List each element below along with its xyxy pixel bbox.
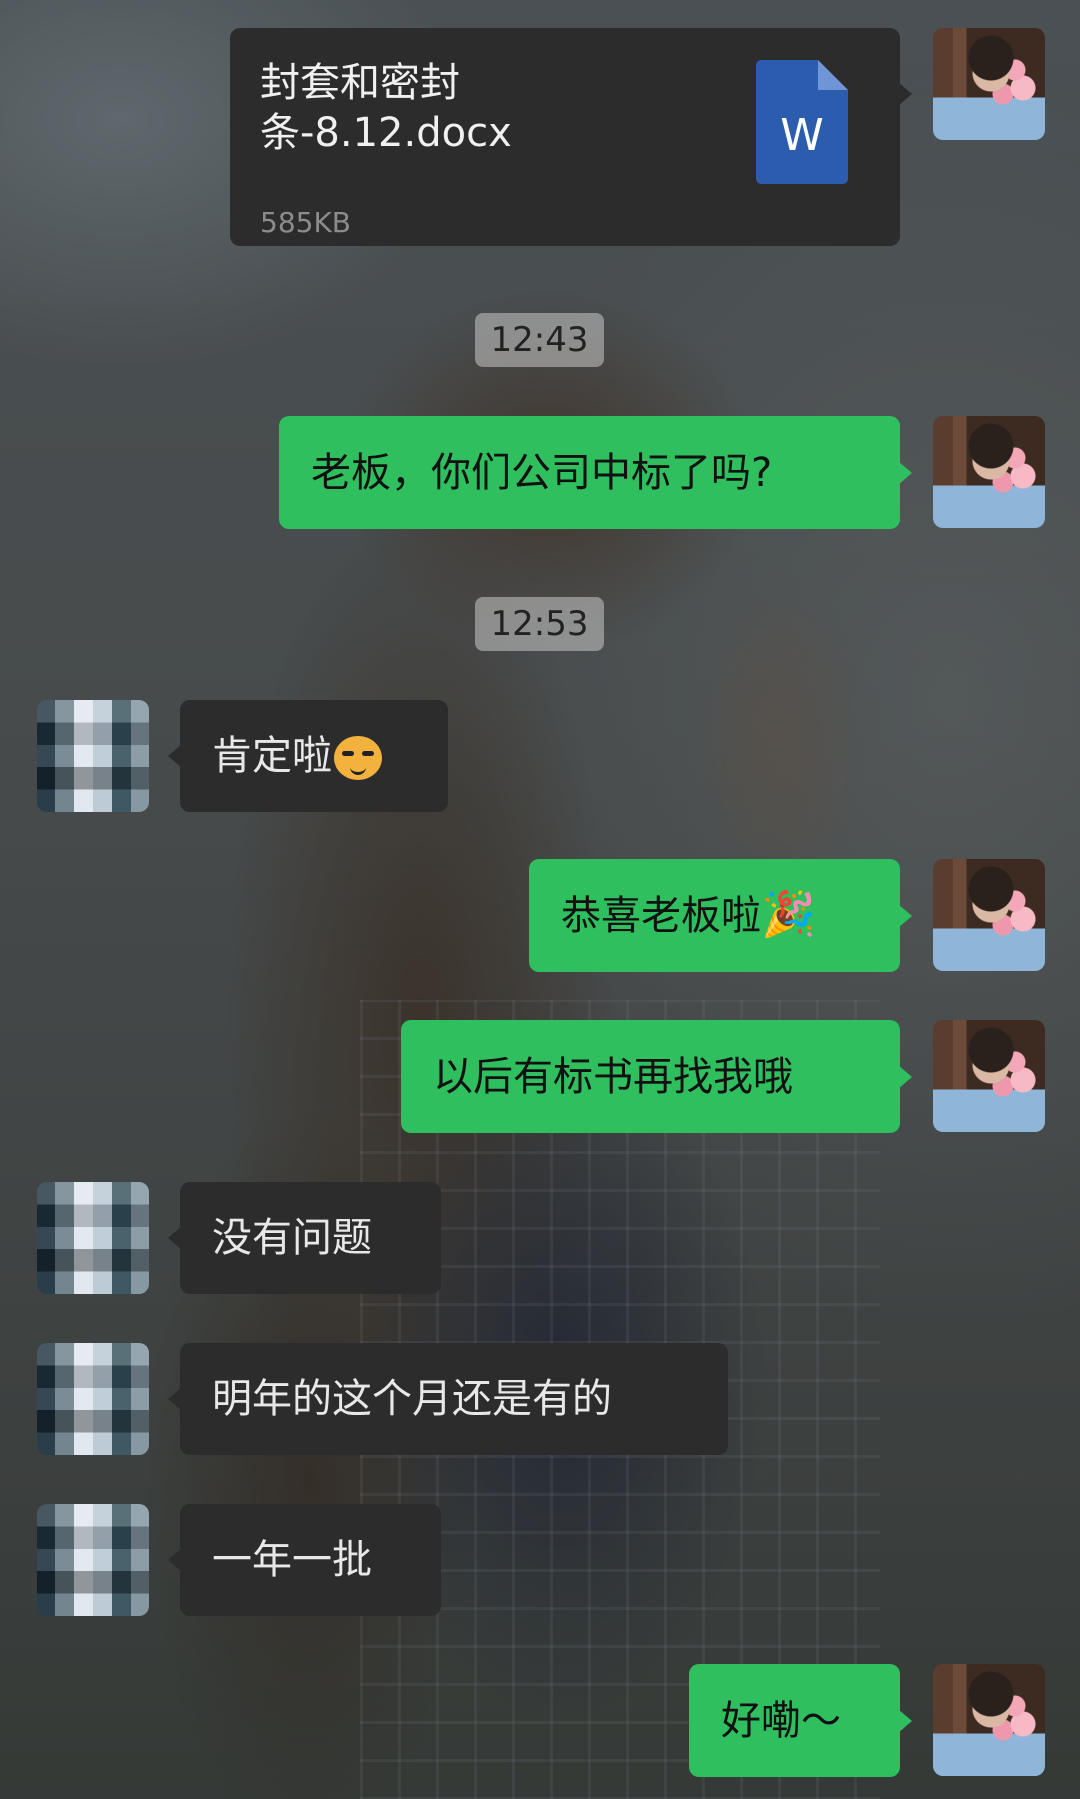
message-bubble-received[interactable]: 没有问题	[168, 1182, 441, 1294]
file-size: 585KB	[260, 206, 352, 239]
svg-text:W: W	[780, 110, 824, 161]
avatar-self[interactable]	[933, 1020, 1045, 1132]
avatar-contact[interactable]	[37, 1504, 149, 1616]
file-name: 封套和密封条-8.12.docx	[260, 60, 512, 156]
avatar-self[interactable]	[933, 416, 1045, 528]
word-doc-icon: W	[756, 60, 848, 184]
message-text: 恭喜老板啦	[561, 892, 761, 939]
avatar-contact[interactable]	[37, 700, 149, 812]
file-message-bubble[interactable]: 封套和密封条-8.12.docx 585KB W	[230, 28, 912, 246]
avatar-self[interactable]	[933, 28, 1045, 140]
message-text: 以后有标书再找我哦	[433, 1053, 793, 1100]
message-text: 老板，你们公司中标了吗?	[311, 449, 773, 496]
message-text: 好嘞～	[721, 1697, 841, 1744]
party-popper-icon: 🎉	[761, 889, 816, 941]
message-text: 没有问题	[212, 1215, 372, 1261]
message-bubble-sent[interactable]: 以后有标书再找我哦	[401, 1020, 912, 1133]
message-bubble-sent[interactable]: 老板，你们公司中标了吗?	[279, 416, 912, 529]
message-bubble-sent[interactable]: 好嘞～	[689, 1664, 912, 1777]
message-bubble-received[interactable]: 明年的这个月还是有的	[168, 1343, 728, 1455]
message-bubble-received[interactable]: 肯定啦	[168, 700, 448, 812]
avatar-self[interactable]	[933, 1664, 1045, 1776]
avatar-contact[interactable]	[37, 1182, 149, 1294]
avatar-contact[interactable]	[37, 1343, 149, 1455]
cat-emoji-icon	[334, 732, 382, 780]
message-text: 肯定啦	[212, 733, 332, 779]
timestamp: 12:53	[475, 597, 604, 651]
message-bubble-received[interactable]: 一年一批	[168, 1504, 441, 1616]
avatar-self[interactable]	[933, 859, 1045, 971]
message-text: 一年一批	[212, 1537, 372, 1583]
message-bubble-sent[interactable]: 恭喜老板啦 🎉	[529, 859, 912, 972]
message-text: 明年的这个月还是有的	[212, 1376, 612, 1422]
timestamp: 12:43	[475, 313, 604, 367]
